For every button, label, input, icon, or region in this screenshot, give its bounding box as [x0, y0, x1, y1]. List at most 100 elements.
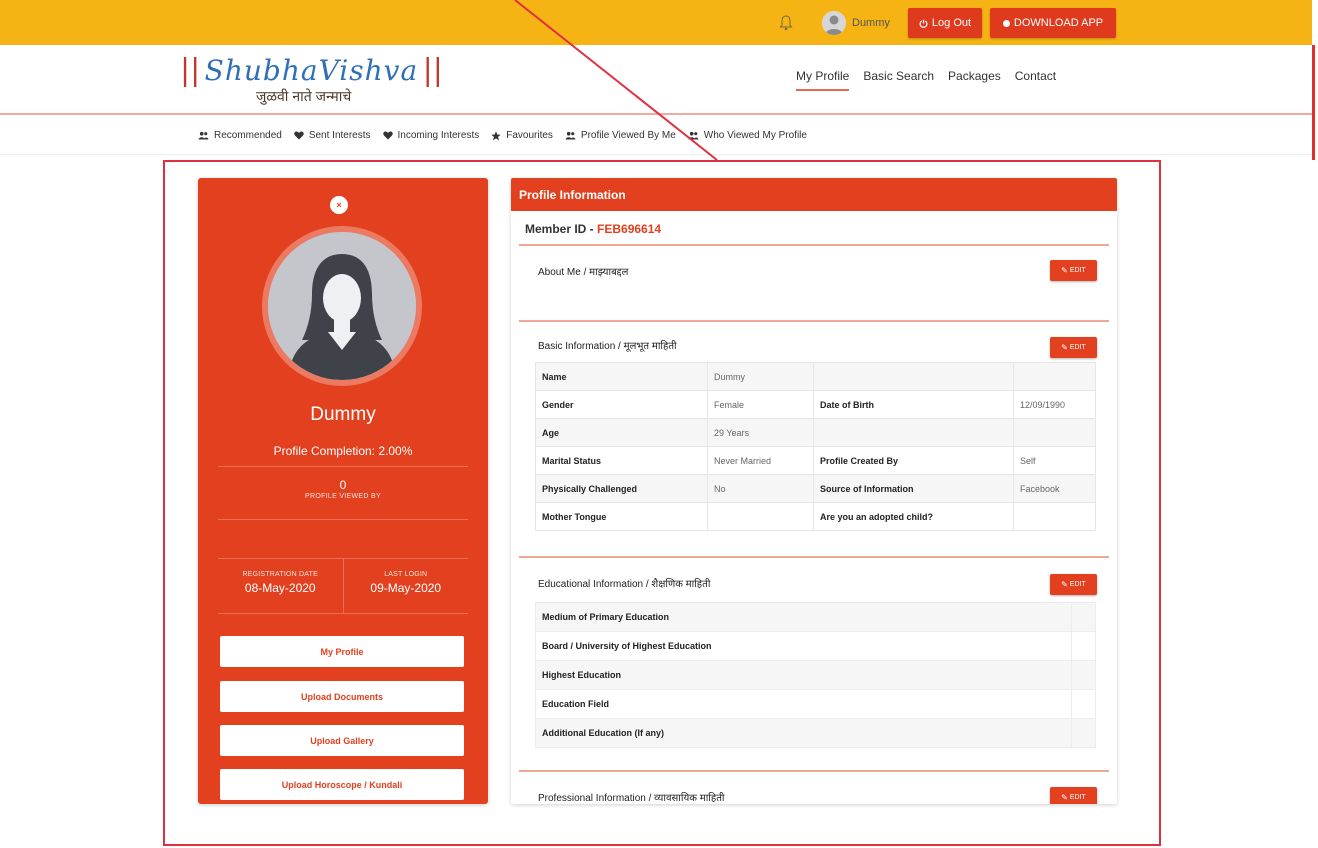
field-label: Mother Tongue [535, 502, 708, 531]
profile-information-card: Profile Information Member ID - FEB69661… [511, 178, 1117, 804]
user-menu[interactable]: Dummy [822, 10, 890, 36]
registration-date-value: 08-May-2020 [244, 581, 316, 595]
divider [218, 519, 468, 520]
users-icon [198, 131, 209, 140]
educational-info-title: Educational Information / शैक्षणिक माहित… [538, 579, 711, 590]
my-profile-button[interactable]: My Profile [220, 636, 464, 667]
download-label: DOWNLOAD APP [1013, 17, 1104, 29]
field-label: Gender [535, 390, 708, 419]
site-header: || ShubhaVishva || जुळवी नाते जन्माचे My… [0, 45, 1312, 115]
field-value [1071, 660, 1096, 690]
heart-icon [382, 131, 393, 140]
field-value [1071, 689, 1096, 719]
section-divider [519, 770, 1109, 772]
subnav-label: Who Viewed My Profile [703, 130, 807, 141]
pencil-icon: ✎ [1061, 793, 1068, 802]
user-name: Dummy [852, 17, 890, 29]
field-label: Date of Birth [813, 390, 1014, 419]
nav-contact[interactable]: Contact [1015, 69, 1056, 91]
table-row: Age 29 Years [535, 418, 1096, 447]
nav-my-profile[interactable]: My Profile [796, 69, 850, 91]
subnav-recommended[interactable]: Recommended [198, 130, 282, 141]
about-me-title: About Me / माझ्याबद्दल [538, 267, 629, 278]
profile-name: Dummy [310, 404, 376, 425]
table-row: Name Dummy [535, 362, 1096, 391]
logo-bars-left: || [180, 53, 201, 88]
field-value [1071, 602, 1096, 632]
edit-professional-button[interactable]: ✎ EDIT [1050, 787, 1097, 804]
nav-basic-search[interactable]: Basic Search [863, 69, 934, 91]
logout-button[interactable]: Log Out [908, 8, 982, 38]
logout-label: Log Out [931, 17, 972, 29]
logo[interactable]: || ShubhaVishva || जुळवी नाते जन्माचे [180, 53, 443, 104]
profile-views-label: PROFILE VIEWED BY [305, 493, 381, 500]
profile-photo[interactable] [268, 232, 416, 380]
avatar [822, 11, 846, 35]
female-avatar-icon [268, 232, 416, 380]
user-avatar-icon [822, 11, 846, 35]
bell-icon[interactable] [779, 15, 793, 31]
field-value: Never Married [707, 446, 814, 475]
field-label: Additional Education (If any) [535, 718, 1072, 748]
table-row: Additional Education (If any) [535, 718, 1096, 748]
field-value: Female [707, 390, 814, 419]
subnav-who-viewed-my-profile[interactable]: Who Viewed My Profile [688, 130, 807, 141]
field-value: 12/09/1990 [1013, 390, 1096, 419]
download-app-button[interactable]: DOWNLOAD APP [990, 8, 1116, 38]
field-value: Facebook [1013, 474, 1096, 503]
section-divider [519, 320, 1109, 322]
pencil-icon: ✎ [1061, 343, 1068, 352]
edit-education-button[interactable]: ✎ EDIT [1050, 574, 1097, 595]
upload-horoscope-button[interactable]: Upload Horoscope / Kundali [220, 769, 464, 800]
upload-gallery-button[interactable]: Upload Gallery [220, 725, 464, 756]
field-value: Dummy [707, 362, 814, 391]
circle-icon [1002, 19, 1010, 27]
subnav-label: Incoming Interests [397, 130, 480, 141]
table-row: Education Field [535, 689, 1096, 719]
edit-label: EDIT [1069, 794, 1086, 801]
section-divider [519, 556, 1109, 558]
field-value [1013, 502, 1096, 531]
field-label [813, 418, 1014, 447]
table-row: Gender Female Date of Birth 12/09/1990 [535, 390, 1096, 419]
subnav-favourites[interactable]: Favourites [491, 130, 553, 141]
subnav-profile-viewed-by-me[interactable]: Profile Viewed By Me [565, 130, 676, 141]
edit-label: EDIT [1069, 267, 1086, 274]
basic-info-title: Basic Information / मूलभूत माहिती [538, 341, 677, 352]
top-bar: Dummy Log Out DOWNLOAD APP [0, 0, 1312, 45]
edit-about-button[interactable]: ✎ EDIT [1050, 260, 1097, 281]
last-login-label: LAST LOGIN [384, 571, 428, 578]
table-row: Physically Challenged No Source of Infor… [535, 474, 1096, 503]
field-value [1071, 718, 1096, 748]
table-row: Marital Status Never Married Profile Cre… [535, 446, 1096, 475]
sub-nav: Recommended Sent Interests Incoming Inte… [0, 117, 1312, 155]
basic-info-table: Name Dummy Gender Female Date of Birth 1… [535, 362, 1096, 531]
field-label: Physically Challenged [535, 474, 708, 503]
field-label: Board / University of Highest Education [535, 631, 1072, 661]
profile-completion: Profile Completion: 2.00% [273, 444, 413, 458]
table-row: Highest Education [535, 660, 1096, 690]
subnav-label: Profile Viewed By Me [580, 130, 676, 141]
upload-documents-button[interactable]: Upload Documents [220, 681, 464, 712]
nav-packages[interactable]: Packages [948, 69, 1001, 91]
divider [218, 466, 468, 467]
subnav-sent-interests[interactable]: Sent Interests [294, 130, 371, 141]
main-nav: My Profile Basic Search Packages Contact [796, 69, 1056, 91]
edit-label: EDIT [1069, 344, 1086, 351]
field-value [1013, 362, 1096, 391]
last-login-value: 09-May-2020 [370, 581, 442, 595]
section-divider [519, 244, 1109, 246]
profile-card: × Dummy Profile Completion: 2.00% 0 PROF… [198, 178, 488, 804]
dates-panel: REGISTRATION DATE 08-May-2020 LAST LOGIN… [218, 558, 468, 614]
field-label: Highest Education [535, 660, 1072, 690]
edit-basic-button[interactable]: ✎ EDIT [1050, 337, 1097, 358]
subnav-incoming-interests[interactable]: Incoming Interests [382, 130, 480, 141]
close-photo-icon[interactable]: × [330, 196, 348, 214]
educational-info-table: Medium of Primary Education Board / Univ… [535, 602, 1096, 748]
field-value [1071, 631, 1096, 661]
member-id-value: FEB696614 [597, 222, 662, 236]
logo-tagline: जुळवी नाते जन्माचे [256, 88, 352, 104]
profile-views-count: 0 [339, 478, 347, 492]
field-value: Self [1013, 446, 1096, 475]
power-icon [919, 19, 928, 28]
